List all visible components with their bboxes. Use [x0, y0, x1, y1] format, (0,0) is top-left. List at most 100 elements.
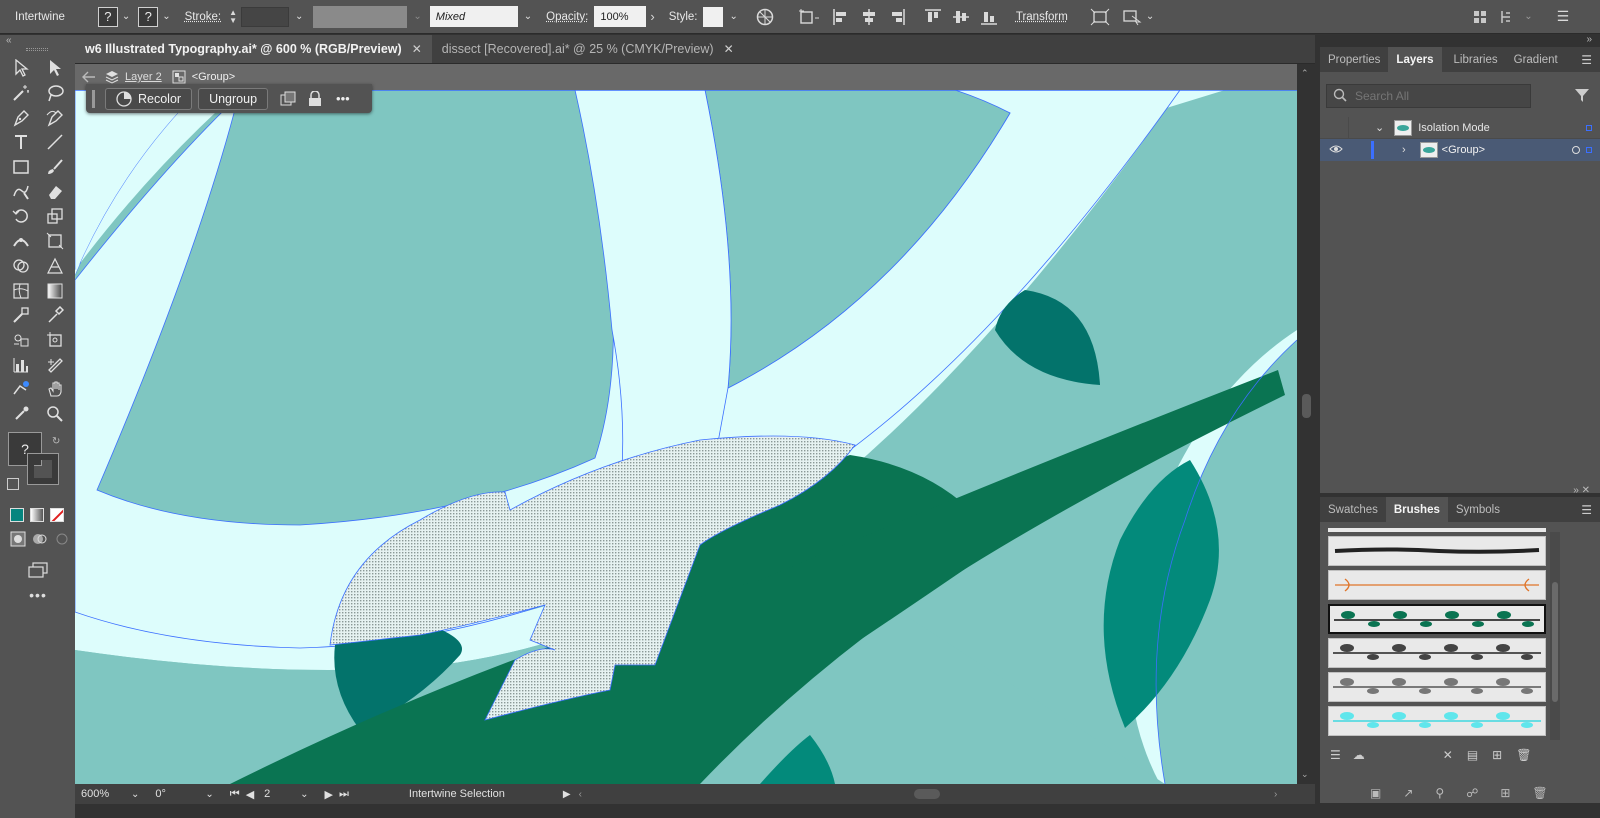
last-artboard-icon[interactable]: ⏭ [339, 788, 349, 801]
zoom-dropdown-icon[interactable]: ⌄ [131, 789, 139, 800]
duplicate-icon[interactable] [280, 91, 296, 107]
align-right-icon[interactable] [888, 8, 906, 26]
blend-tool-icon[interactable] [10, 304, 32, 326]
line-segment-tool-icon[interactable] [44, 131, 66, 153]
selection-indicator[interactable] [1586, 147, 1592, 153]
links-icon[interactable]: ☍ [1466, 786, 1478, 800]
stroke-stepper[interactable]: ▲ ▼ [229, 8, 237, 25]
workspace-dropdown-icon[interactable]: ⌄ [1524, 11, 1532, 22]
paintbrush-tool-icon[interactable] [44, 156, 66, 178]
tab-properties[interactable]: Properties [1320, 47, 1388, 72]
delete-brush-icon[interactable]: 🗑 [1516, 748, 1531, 762]
layer-row-isolation[interactable]: ⌄ Isolation Mode [1320, 116, 1600, 139]
brush-vine-cyan[interactable] [1328, 706, 1546, 736]
search-icon[interactable]: ⚲ [1435, 786, 1444, 800]
fill-dropdown-icon[interactable]: ⌄ [122, 11, 130, 22]
brush-options-icon[interactable]: ▤ [1467, 748, 1478, 762]
breadcrumb-group[interactable]: <Group> [192, 71, 235, 83]
stroke-weight-input[interactable] [241, 6, 289, 27]
rotation-dropdown-icon[interactable]: ⌄ [205, 789, 213, 800]
collapse-panel-icon[interactable]: » ✕ [1573, 485, 1590, 496]
isolate-object-icon[interactable] [1122, 8, 1142, 26]
layers-search-input[interactable] [1355, 89, 1525, 103]
expand-chevron-icon[interactable]: › [1402, 144, 1406, 156]
brush-dropdown-icon[interactable]: ⌄ [524, 11, 532, 22]
libraries-panel-icon[interactable]: ☁ [1353, 748, 1365, 762]
arrange-documents-icon[interactable] [1472, 9, 1488, 25]
puppet-warp-tool-icon[interactable] [10, 378, 32, 400]
screen-mode-icon[interactable] [27, 559, 49, 581]
scroll-left-icon[interactable]: ‹ [579, 789, 582, 800]
horizontal-scroll-thumb[interactable] [913, 789, 940, 799]
artboard-canvas[interactable] [75, 90, 1297, 784]
brush-charcoal[interactable] [1328, 536, 1546, 566]
stroke-dropdown-icon[interactable]: ⌄ [162, 11, 170, 22]
close-icon[interactable]: ✕ [412, 42, 422, 56]
selection-tool-icon[interactable] [10, 57, 32, 79]
gradient-tool-icon[interactable] [44, 280, 66, 302]
perspective-grid-tool-icon[interactable] [44, 255, 66, 277]
draw-normal-icon[interactable] [10, 531, 26, 547]
tab-layers[interactable]: Layers [1388, 47, 1442, 72]
eraser-tool-icon[interactable] [44, 181, 66, 203]
transform-each-icon[interactable] [1090, 8, 1110, 26]
opacity-label[interactable]: Opacity: [546, 11, 588, 23]
swap-fill-stroke-icon[interactable]: ↻ [52, 436, 60, 447]
column-graph-tool-icon[interactable] [10, 354, 32, 376]
layers-search-field[interactable] [1326, 84, 1531, 108]
align-bottom-icon[interactable] [980, 8, 998, 26]
panel-menu-icon[interactable]: ☰ [1557, 8, 1570, 25]
export-icon[interactable]: ↗ [1403, 786, 1413, 800]
collapse-panel-icon[interactable]: « [6, 35, 12, 46]
direct-selection-tool-icon[interactable] [44, 57, 66, 79]
lasso-tool-icon[interactable] [44, 82, 66, 104]
stroke-weight-dropdown-icon[interactable]: ⌄ [295, 11, 303, 22]
brush-arrow[interactable] [1328, 570, 1546, 600]
profile-dropdown-icon[interactable]: ⌄ [413, 11, 421, 22]
workspace-switcher-icon[interactable] [1500, 9, 1520, 25]
tab-gradient[interactable]: Gradient [1506, 47, 1566, 72]
tab-symbols[interactable]: Symbols [1448, 497, 1508, 522]
stroke-color-box[interactable] [27, 453, 59, 486]
stroke-label[interactable]: Stroke: [185, 11, 221, 23]
hand-tool-icon[interactable] [44, 378, 66, 400]
align-vertical-center-icon[interactable] [952, 8, 970, 26]
brush-definition-field[interactable]: Mixed [429, 6, 518, 27]
align-horizontal-center-icon[interactable] [860, 8, 878, 26]
scale-tool-icon[interactable] [44, 205, 66, 227]
close-icon[interactable]: ✕ [724, 42, 734, 56]
draw-inside-icon[interactable] [54, 531, 70, 547]
tab-document-2[interactable]: dissect [Recovered].ai* @ 25 % (CMYK/Pre… [432, 35, 744, 63]
first-artboard-icon[interactable]: ⏮ [230, 788, 240, 801]
layer-row-group[interactable]: › <Group> [1320, 139, 1600, 161]
next-artboard-icon[interactable]: ▶ [325, 788, 333, 801]
align-to-icon[interactable] [798, 8, 820, 26]
shape-builder-tool-icon[interactable] [10, 255, 32, 277]
lock-icon[interactable] [308, 90, 322, 107]
panel-menu-icon[interactable]: ☰ [1581, 503, 1592, 517]
symbol-sprayer-tool-icon[interactable] [10, 329, 32, 351]
stroke-unknown-box[interactable]: ? [138, 6, 159, 27]
tab-document-1[interactable]: w6 Illustrated Typography.ai* @ 600 % (R… [75, 35, 432, 63]
artboard-options-icon[interactable]: ▣ [1370, 786, 1381, 800]
remove-brush-stroke-icon[interactable]: ✕ [1443, 748, 1453, 762]
artboard-tool-icon[interactable] [44, 329, 66, 351]
back-arrow-icon[interactable] [81, 70, 97, 84]
artwork[interactable] [75, 90, 1297, 784]
magic-wand-tool-icon[interactable] [10, 82, 32, 104]
opacity-input[interactable]: 100% [594, 6, 647, 27]
more-options-icon[interactable]: ••• [336, 91, 350, 106]
scroll-down-icon[interactable]: ⌄ [1301, 769, 1309, 780]
new-brush-icon[interactable]: ⊞ [1492, 748, 1502, 762]
shaper-tool-icon[interactable] [10, 181, 32, 203]
gradient-mode-icon[interactable] [30, 507, 44, 522]
scroll-thumb[interactable] [1302, 394, 1311, 418]
graphic-style-swatch[interactable] [703, 6, 724, 27]
artboard-dropdown-icon[interactable]: ⌄ [300, 789, 308, 800]
brush-vine-teal[interactable] [1328, 604, 1546, 634]
ungroup-button[interactable]: Ungroup [198, 87, 269, 110]
panel-grip[interactable] [26, 48, 48, 51]
free-transform-tool-icon[interactable] [44, 230, 66, 252]
type-tool-icon[interactable] [10, 131, 32, 153]
none-mode-icon[interactable] [50, 507, 64, 522]
